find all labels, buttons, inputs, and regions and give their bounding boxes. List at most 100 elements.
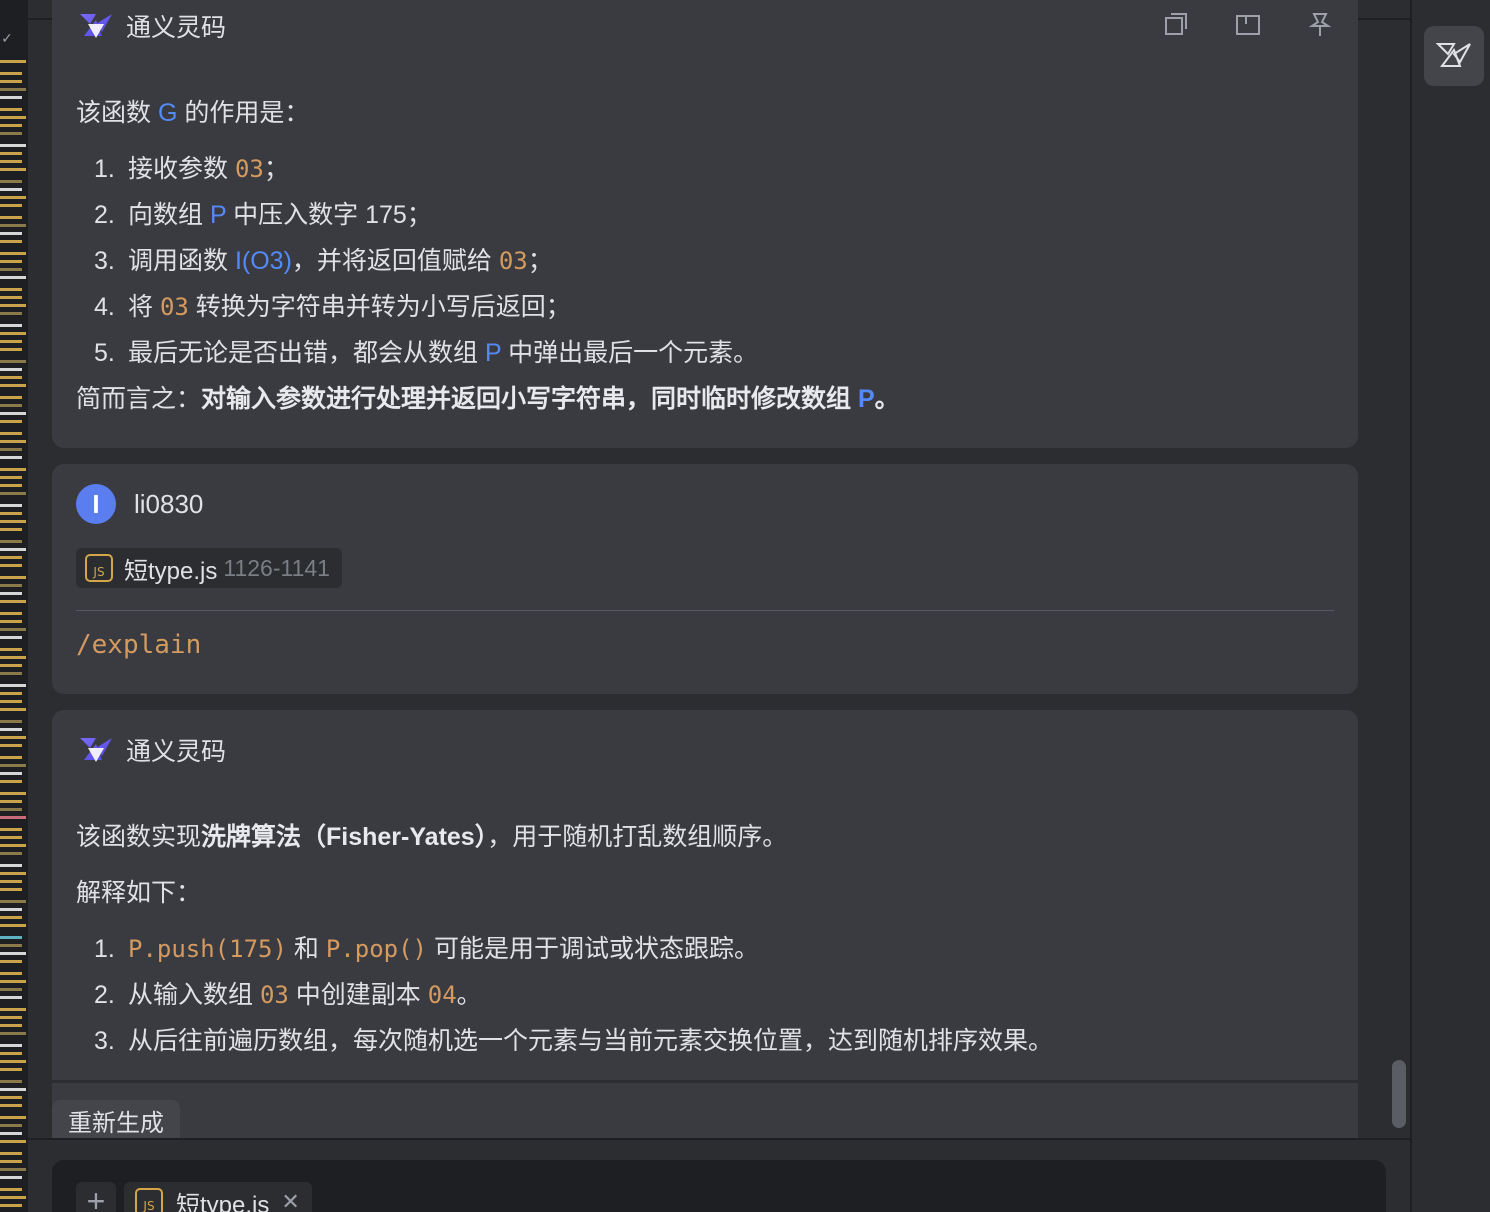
- svg-text:JS: JS: [142, 1199, 154, 1212]
- gutter-mark: [0, 376, 22, 379]
- gutter-mark: [0, 808, 22, 811]
- regenerate-bar: [52, 1080, 1358, 1138]
- gutter-mark: [0, 296, 22, 299]
- gutter-mark: [0, 636, 22, 639]
- array-symbol[interactable]: P: [858, 385, 875, 413]
- gutter-mark: [0, 864, 22, 867]
- gutter-mark: [0, 252, 26, 255]
- list-number: 3.: [94, 1027, 115, 1055]
- assistant-header: 通义灵码: [76, 730, 226, 770]
- tongyi-logo-icon: [80, 738, 112, 762]
- variable-symbol[interactable]: 03: [235, 155, 264, 183]
- right-tool-strip: [1410, 0, 1490, 1212]
- gutter-mark: [0, 124, 22, 127]
- gutter-mark: [0, 684, 26, 687]
- gutter-mark: [0, 476, 22, 479]
- gutter-mark: [0, 980, 26, 983]
- gutter-mark: [0, 1008, 26, 1011]
- gutter-mark: [0, 648, 22, 651]
- text-fragment: ；: [527, 247, 553, 275]
- gutter-mark: [0, 1124, 22, 1127]
- chat-input-box[interactable]: + JS 短type.js ✕: [52, 1160, 1386, 1212]
- gutter-mark: [0, 1152, 22, 1155]
- editor-gutter: ✓: [0, 0, 28, 1212]
- variable-symbol[interactable]: 03: [499, 247, 528, 275]
- assistant-message: 通义灵码 该函数 G 的作用是： 1. 接收参数 03； 2. 向数组 P 中压入数字…: [52, 0, 1358, 448]
- file-name: 短type.js: [176, 1191, 270, 1212]
- gutter-mark: [0, 1032, 26, 1035]
- gutter-mark: [0, 1060, 26, 1063]
- gutter-mark: [0, 900, 26, 903]
- gutter-mark: [0, 404, 22, 407]
- gutter-mark: [0, 844, 26, 847]
- gutter-mark: [0, 720, 22, 723]
- insert-icon[interactable]: [1234, 10, 1262, 38]
- context-file-chip[interactable]: JS 短type.js ✕: [124, 1182, 312, 1212]
- gutter-mark: [0, 420, 22, 423]
- gutter-mark: [0, 708, 26, 711]
- scrollbar-thumb[interactable]: [1392, 1060, 1406, 1128]
- tongyi-tool-button[interactable]: [1424, 26, 1484, 86]
- function-name[interactable]: G: [158, 99, 177, 127]
- regenerate-button[interactable]: 重新生成: [52, 1100, 180, 1138]
- js-file-icon: JS: [85, 554, 113, 582]
- add-context-button[interactable]: +: [76, 1182, 116, 1212]
- variable-symbol[interactable]: 03: [260, 981, 289, 1009]
- pin-icon[interactable]: [1306, 10, 1334, 38]
- gutter-mark: [0, 772, 22, 775]
- list-item: 3. 调用函数 I(O3)，并将返回值赋给 03；: [94, 238, 1334, 284]
- assistant-content: 该函数 G 的作用是： 1. 接收参数 03； 2. 向数组 P 中压入数字 175；…: [76, 90, 1334, 422]
- gutter-mark: [0, 340, 22, 343]
- gutter-mark: [0, 132, 22, 135]
- svg-text:JS: JS: [92, 565, 104, 579]
- assistant-content: 该函数实现洗牌算法（Fisher-Yates），用于随机打乱数组顺序。 解释如下…: [76, 814, 1334, 1064]
- close-icon[interactable]: ✕: [281, 1189, 299, 1212]
- inline-code[interactable]: P.pop(): [326, 935, 427, 963]
- gutter-mark: [0, 360, 26, 363]
- gutter-mark: [0, 88, 26, 91]
- gutter-mark: [0, 620, 22, 623]
- gutter-mark: [0, 204, 22, 207]
- copy-icon[interactable]: [1162, 10, 1190, 38]
- gutter-mark: [0, 448, 22, 451]
- gutter-mark: [0, 312, 22, 315]
- gutter-mark: [0, 592, 22, 595]
- gutter-mark: [0, 188, 22, 191]
- variable-symbol[interactable]: 03: [160, 293, 189, 321]
- gutter-mark: [0, 728, 22, 731]
- gutter-mark: [0, 584, 22, 587]
- inline-code[interactable]: P.push(175): [128, 935, 287, 963]
- code-symbol[interactable]: P: [210, 201, 226, 229]
- gutter-mark: [0, 216, 22, 219]
- assistant-header: 通义灵码: [76, 6, 226, 46]
- file-reference-chip[interactable]: JS 短type.js 1126-1141: [76, 548, 342, 588]
- gutter-mark: [0, 916, 22, 919]
- code-symbol[interactable]: P: [485, 339, 501, 367]
- file-name: 短type.js: [124, 557, 218, 585]
- gutter-mark: [0, 512, 22, 515]
- list-item: 2. 从输入数组 03 中创建副本 04。: [94, 972, 1334, 1018]
- gutter-mark: [0, 1132, 22, 1135]
- gutter-mark: [0, 528, 22, 531]
- text-fragment: 。: [456, 981, 482, 1009]
- list-item: 1. P.push(175) 和 P.pop() 可能是用于调试或状态跟踪。: [94, 926, 1334, 972]
- gutter-mark: [0, 1168, 26, 1171]
- code-symbol[interactable]: I(O3): [235, 247, 292, 275]
- divider: [76, 610, 1334, 611]
- text-fragment: 转换为字符串并转为小写后返回；: [188, 293, 571, 321]
- gutter-mark: [0, 240, 22, 243]
- gutter-mark: [0, 736, 26, 739]
- list-item: 1. 接收参数 03；: [94, 146, 1334, 192]
- gutter-mark: [0, 556, 22, 559]
- gutter-mark: [0, 384, 26, 387]
- gutter-mark: [0, 520, 26, 523]
- text-fragment: 将: [128, 293, 160, 321]
- gutter-mark: [0, 1204, 22, 1207]
- check-icon: ✓: [1, 30, 13, 46]
- text-fragment: 可能是用于调试或状态跟踪。: [427, 935, 759, 963]
- gutter-mark: [0, 656, 26, 659]
- variable-symbol[interactable]: 04: [428, 981, 457, 1009]
- line-range: 1126-1141: [223, 554, 330, 581]
- gutter-mark: [0, 972, 22, 975]
- text-fragment: 和: [286, 935, 326, 963]
